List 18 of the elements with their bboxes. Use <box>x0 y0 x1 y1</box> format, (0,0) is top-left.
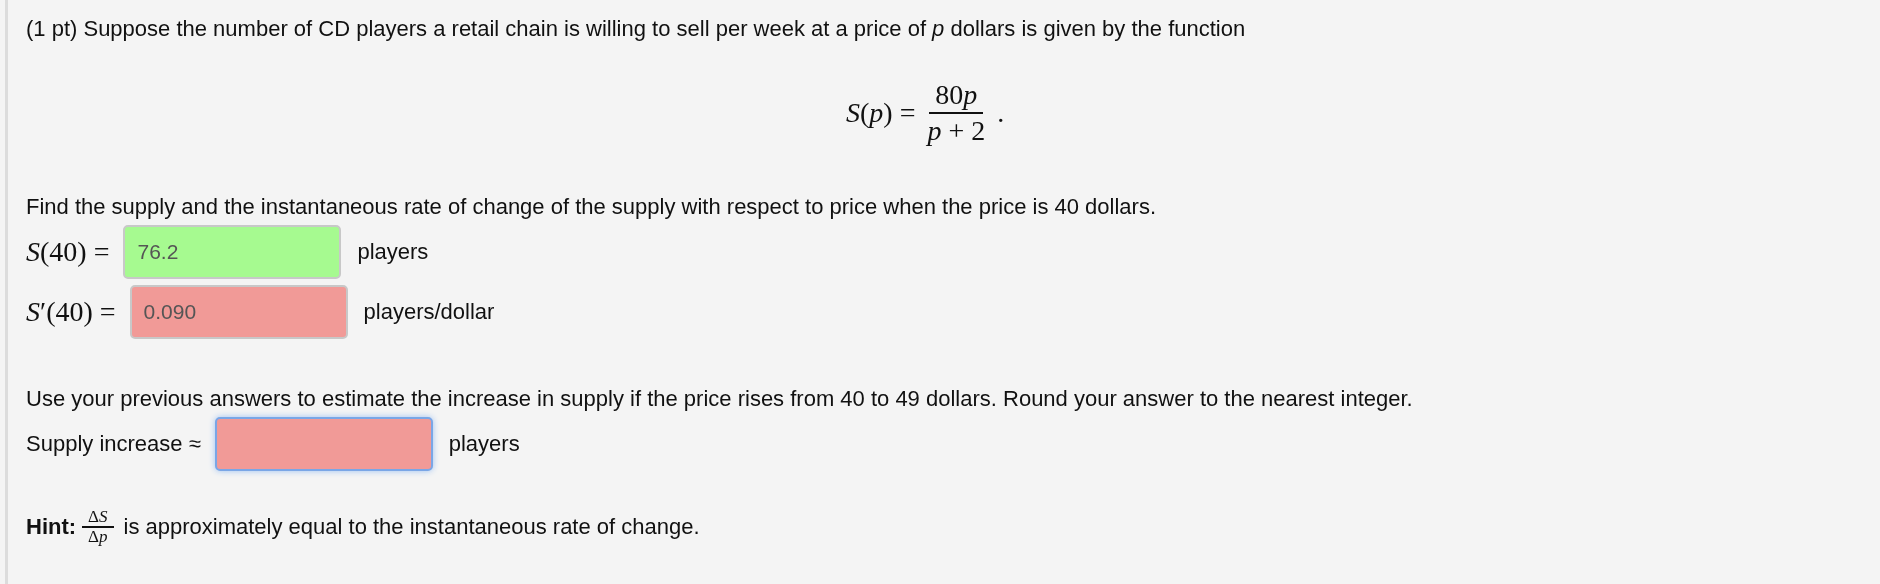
answer-field[interactable]: 76.2 <box>123 225 342 279</box>
answer-field[interactable]: 0.090 <box>129 285 348 339</box>
fraction: 80p p + 2 <box>927 78 986 148</box>
instruction-text: Find the supply and the instantaneous rate of change of the supply with respect to price when the price is 40 dollars. <box>26 194 1157 220</box>
hint-label: Hint: <box>26 514 77 540</box>
hint-fraction: ΔS Δp <box>82 508 114 546</box>
formula-period: . <box>997 97 1005 129</box>
hint-text: is approximately equal to the instantaneous rate of change. <box>123 514 700 540</box>
formula-lhs: S(p) = <box>846 97 916 129</box>
problem-text: (1 pt) Suppose the number of CD players a retail chain is willing to sell per week at a price of p dollars is given by the function <box>26 16 1247 42</box>
answer-label: S(40) = <box>26 236 110 268</box>
unit-label: players <box>357 239 429 265</box>
instruction-text: Use your previous answers to estimate the increase in supply if the price rises from 40 to 49 dollars. Round your answer to the nearest integer. <box>26 386 1414 412</box>
answer-label: Supply increase ≈ <box>26 431 201 457</box>
unit-label: players/dollar <box>363 299 495 325</box>
answer-field[interactable] <box>214 417 433 471</box>
answer-label: S′(40) = <box>26 296 116 328</box>
unit-label: players <box>448 431 520 457</box>
